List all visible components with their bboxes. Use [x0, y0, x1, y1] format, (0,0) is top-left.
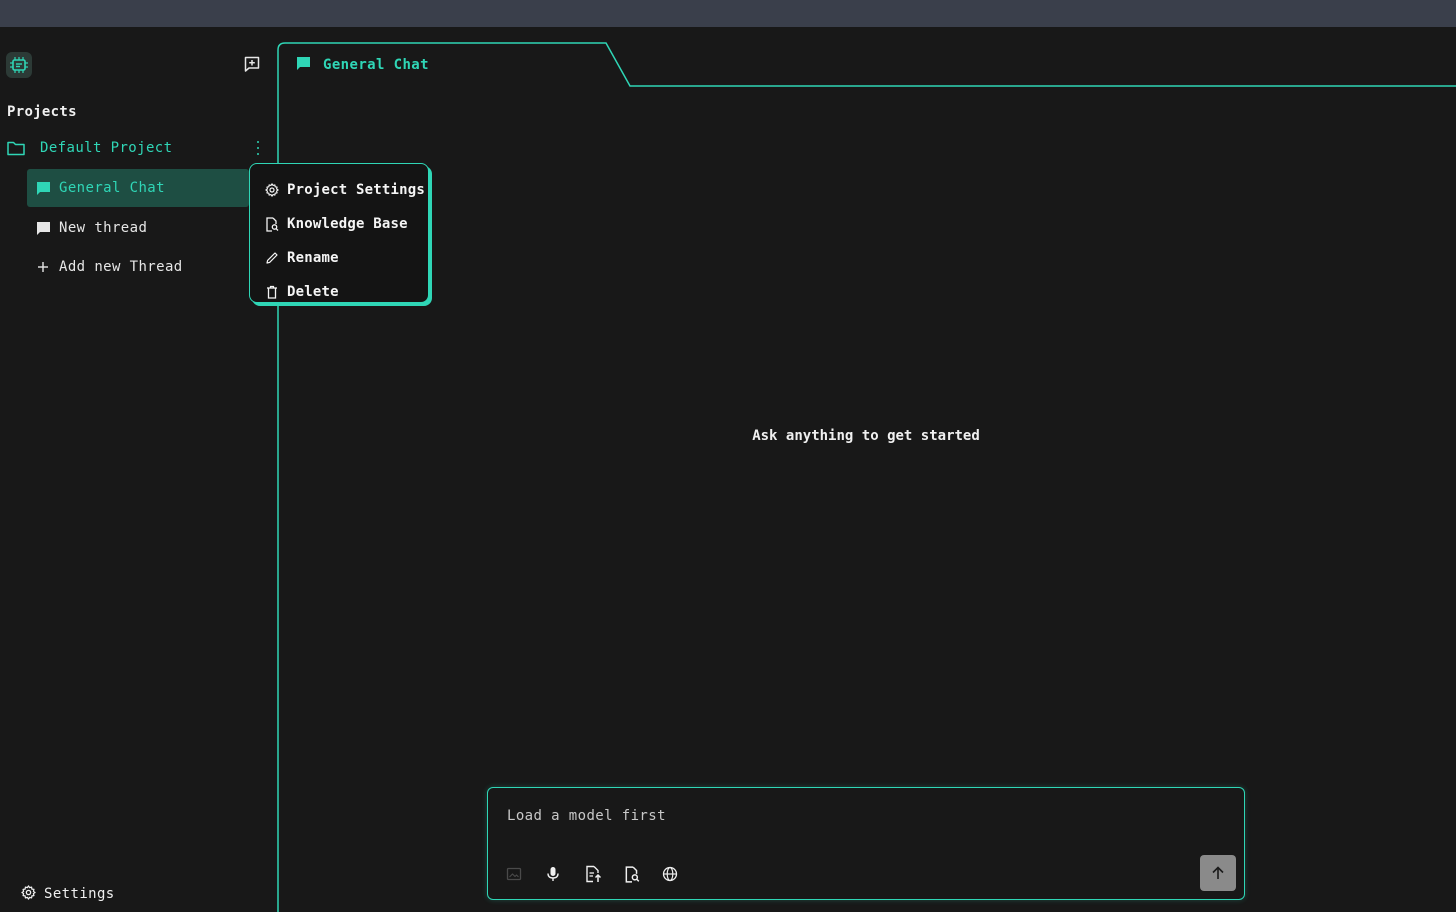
send-button[interactable]: [1200, 855, 1236, 891]
app-logo: [6, 52, 32, 78]
message-input[interactable]: [507, 804, 1207, 828]
voice-input-button[interactable]: [543, 864, 563, 884]
chip-icon: [10, 57, 28, 73]
sidebar-thread-general-chat[interactable]: General Chat: [27, 169, 249, 207]
folder-icon: [6, 138, 26, 158]
project-more-button[interactable]: [252, 140, 264, 156]
chat-bubble-icon: [296, 56, 311, 75]
upload-document-button[interactable]: [583, 864, 603, 884]
kebab-dot: [257, 147, 259, 149]
add-thread-button[interactable]: Add new Thread: [27, 248, 249, 286]
tab-label: General Chat: [323, 57, 429, 73]
menu-item-knowledge-base[interactable]: Knowledge Base: [250, 207, 428, 241]
tab-general-chat[interactable]: General Chat: [296, 55, 429, 75]
project-item-default[interactable]: Default Project: [6, 135, 268, 161]
arrow-up-icon: [1212, 866, 1224, 879]
sidebar-thread-new-thread[interactable]: New thread: [27, 209, 249, 247]
empty-state-message: Ask anything to get started: [752, 428, 980, 444]
kebab-icon: [257, 141, 259, 143]
document-search-icon: [264, 216, 280, 232]
globe-icon: [662, 866, 678, 882]
settings-label: Settings: [44, 886, 115, 902]
trash-icon: [264, 284, 280, 300]
plus-icon: [35, 259, 51, 275]
menu-item-label: Knowledge Base: [287, 216, 408, 232]
add-chat-icon: [244, 56, 260, 72]
sidebar: Projects Default Project General Chat Ne…: [0, 27, 277, 912]
pencil-icon: [264, 250, 280, 266]
projects-heading: Projects: [7, 104, 77, 120]
microphone-icon: [547, 867, 559, 881]
menu-item-label: Rename: [287, 250, 339, 266]
gear-icon: [264, 182, 280, 198]
project-name: Default Project: [40, 140, 173, 156]
add-thread-label: Add new Thread: [59, 259, 183, 275]
gear-icon: [21, 884, 36, 904]
chat-bubble-icon: [35, 220, 51, 236]
menu-item-label: Project Settings: [287, 182, 426, 198]
thread-label: General Chat: [59, 180, 165, 196]
kebab-dot: [257, 153, 259, 155]
search-documents-button[interactable]: [622, 864, 642, 884]
settings-button[interactable]: Settings: [21, 884, 115, 904]
image-icon: [506, 867, 522, 881]
message-composer: [487, 787, 1245, 900]
menu-item-rename[interactable]: Rename: [250, 241, 428, 275]
web-search-button[interactable]: [660, 864, 680, 884]
menu-item-project-settings[interactable]: Project Settings: [250, 173, 428, 207]
menu-item-label: Delete: [287, 284, 339, 300]
project-context-menu: Project Settings Knowledge Base Rename D…: [249, 163, 429, 303]
chat-bubble-icon: [35, 180, 51, 196]
document-upload-icon: [586, 865, 602, 883]
attach-image-button[interactable]: [504, 864, 524, 884]
thread-label: New thread: [59, 220, 148, 236]
new-chat-button[interactable]: [242, 54, 262, 74]
menu-item-delete[interactable]: Delete: [250, 275, 428, 309]
document-search-icon: [625, 865, 640, 883]
